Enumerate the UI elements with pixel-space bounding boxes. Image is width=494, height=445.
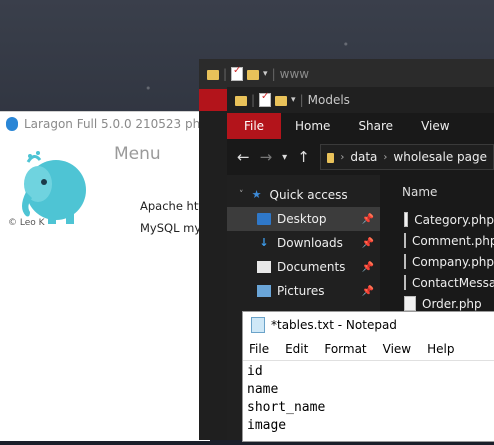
sidebar-item-downloads[interactable]: ↓ Downloads 📌 <box>227 231 380 255</box>
explorer-back-titlebar: | ▾ | www <box>199 59 494 89</box>
pin-icon[interactable]: 📌 <box>362 238 374 249</box>
explorer-back-file-tab[interactable] <box>199 89 227 111</box>
laragon-titlebar: Laragon Full 5.0.0 210523 php-7.4 <box>6 117 231 131</box>
ribbon-tabs: File Home Share View <box>227 113 494 139</box>
menu-file[interactable]: File <box>249 342 269 356</box>
text-line: name <box>247 382 279 397</box>
apache-status: Apache htt <box>140 199 203 213</box>
column-header-name[interactable]: Name <box>380 175 494 209</box>
php-file-icon <box>404 254 406 269</box>
sidebar-item-pictures[interactable]: Pictures 📌 <box>227 279 380 303</box>
file-name: Comment.php <box>412 233 494 248</box>
php-file-icon <box>404 233 406 248</box>
explorer-back-title: www <box>279 67 310 81</box>
new-folder-icon[interactable] <box>275 96 288 106</box>
up-arrow-icon[interactable]: ↑ <box>297 148 310 166</box>
file-name: Order.php <box>422 296 482 311</box>
pin-icon[interactable]: 📌 <box>362 286 374 297</box>
menu-format[interactable]: Format <box>324 342 366 356</box>
new-folder-icon <box>247 70 260 80</box>
sidebar-item-label: Quick access <box>269 188 348 202</box>
pin-icon[interactable]: 📌 <box>362 214 374 225</box>
notepad-titlebar: *tables.txt - Notepad <box>243 312 494 338</box>
file-item[interactable]: Category.php <box>380 209 494 230</box>
desktop-icon <box>257 213 271 225</box>
properties-icon[interactable] <box>259 91 272 107</box>
menu-view[interactable]: View <box>383 342 411 356</box>
dropdown-icon: ▾ <box>263 69 268 79</box>
text-line: id <box>247 364 263 379</box>
notepad-title: *tables.txt - Notepad <box>271 318 397 332</box>
file-name: Company.php <box>412 254 494 269</box>
sidebar-item-label: Documents <box>277 260 346 274</box>
chevron-right-icon[interactable]: › <box>340 152 344 163</box>
sidebar-item-desktop[interactable]: Desktop 📌 <box>227 207 380 231</box>
sidebar-item-documents[interactable]: Documents 📌 <box>227 255 380 279</box>
tab-home[interactable]: Home <box>281 119 344 133</box>
sidebar-item-label: Pictures <box>277 284 325 298</box>
explorer-titlebar: | ▾ | Models <box>227 87 494 113</box>
customize-toolbar-icon[interactable]: ▾ <box>291 95 296 105</box>
chevron-down-icon[interactable]: ˅ <box>239 190 244 200</box>
pin-icon[interactable]: 📌 <box>362 262 374 273</box>
laragon-logo-icon <box>6 117 18 131</box>
notepad-window[interactable]: *tables.txt - Notepad File Edit Format V… <box>242 311 494 442</box>
file-name: Category.php <box>414 212 494 227</box>
folder-icon <box>235 96 247 106</box>
menu-help[interactable]: Help <box>427 342 454 356</box>
php-file-icon <box>404 296 416 311</box>
forward-arrow-icon[interactable]: → <box>260 148 273 166</box>
chevron-right-icon[interactable]: › <box>383 152 387 163</box>
download-icon: ↓ <box>259 236 269 249</box>
php-file-icon <box>404 275 406 290</box>
properties-icon <box>231 65 244 81</box>
notepad-icon <box>251 317 265 333</box>
documents-icon <box>257 261 271 273</box>
text-line: image <box>247 418 287 433</box>
text-line: short_name <box>247 400 326 415</box>
breadcrumb-data[interactable]: data <box>350 150 377 164</box>
navigation-bar: ← → ▾ ↑ › data › wholesale page <box>227 139 494 175</box>
tab-view[interactable]: View <box>407 119 463 133</box>
sidebar-item-quick-access[interactable]: ˅ ★ Quick access <box>227 183 380 207</box>
tab-file[interactable]: File <box>227 113 281 139</box>
sidebar-item-label: Desktop <box>277 212 327 226</box>
pictures-icon <box>257 285 271 297</box>
explorer-title: Models <box>307 93 350 107</box>
back-arrow-icon[interactable]: ← <box>237 148 250 166</box>
mysql-status: MySQL my <box>140 221 202 235</box>
laragon-menu-button[interactable]: Menu <box>114 144 161 164</box>
folder-icon <box>326 153 335 163</box>
file-name: ContactMessage <box>412 275 494 290</box>
tab-share[interactable]: Share <box>344 119 407 133</box>
laragon-window[interactable]: Laragon Full 5.0.0 210523 php-7.4 Menu ©… <box>0 111 231 441</box>
star-icon: ★ <box>251 188 262 201</box>
notepad-menubar: File Edit Format View Help <box>243 338 494 360</box>
file-item[interactable]: Comment.php <box>380 230 494 251</box>
menu-edit[interactable]: Edit <box>285 342 308 356</box>
notepad-text-area[interactable]: id name short_name image <box>243 360 494 445</box>
file-item[interactable]: ContactMessage <box>380 272 494 293</box>
address-bar[interactable]: › data › wholesale page <box>319 144 494 170</box>
php-file-icon <box>404 212 409 227</box>
sidebar-item-label: Downloads <box>277 236 343 250</box>
breadcrumb-wholesale[interactable]: wholesale page <box>393 150 487 164</box>
folder-icon <box>207 70 219 80</box>
recent-locations-chevron-icon[interactable]: ▾ <box>282 152 287 163</box>
laragon-credit: © Leo K <box>8 218 45 228</box>
file-item[interactable]: Company.php <box>380 251 494 272</box>
